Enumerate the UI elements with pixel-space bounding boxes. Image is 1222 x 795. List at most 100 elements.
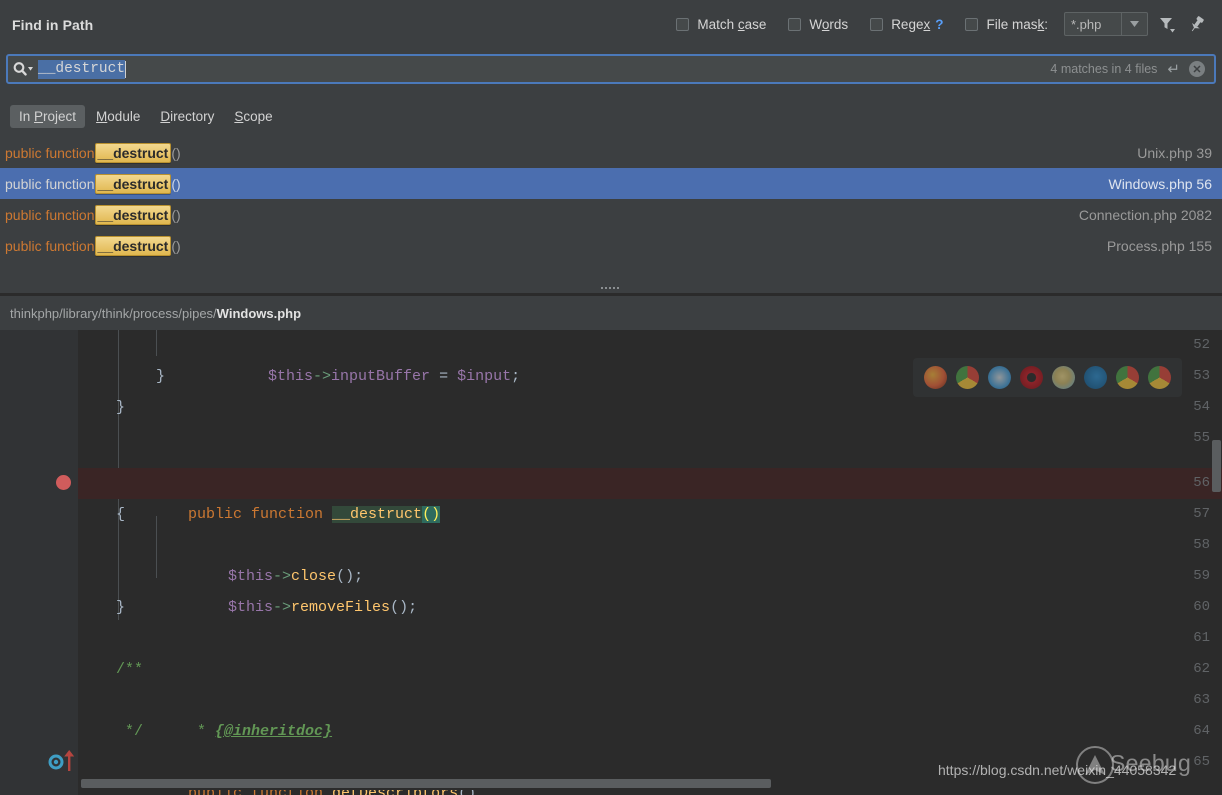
result-suffix: ()	[171, 237, 181, 254]
result-suffix: ()	[171, 144, 181, 161]
enter-key-icon: ↵	[1167, 61, 1180, 78]
search-options-bar: Match case Words Regex ? File mask: *.ph…	[676, 0, 1222, 48]
filter-funnel-icon[interactable]	[1154, 11, 1180, 37]
code-line-62: /**	[116, 661, 144, 678]
seebug-logo-icon	[1075, 745, 1115, 785]
search-status-group: 4 matches in 4 files ↵ ✕	[1050, 60, 1214, 78]
match-case-checkbox[interactable]	[676, 17, 690, 31]
search-query-text[interactable]: __destruct	[38, 56, 127, 82]
breadcrumb: thinkphp/library/think/process/pipes/Win…	[0, 306, 301, 321]
line-number: 54	[1193, 399, 1210, 415]
code-line-65: public function getDescriptors()	[188, 785, 477, 795]
table-row[interactable]: public function __destruct() Connection.…	[0, 199, 1222, 230]
words-label: Words	[809, 16, 849, 32]
result-prefix: public function	[5, 237, 95, 254]
code-line-57: {	[116, 506, 126, 523]
editor-code-area[interactable]: $this->inputBuffer = $input; } } public …	[78, 330, 1222, 795]
text-caret	[125, 60, 127, 78]
line-number: 60	[1193, 599, 1210, 615]
line-number: 64	[1193, 723, 1210, 739]
result-file: Connection.php 2082	[1078, 206, 1212, 223]
clear-search-icon[interactable]: ✕	[1189, 61, 1205, 77]
breakpoint-icon[interactable]	[56, 475, 71, 490]
bracket-match-highlight: ()	[422, 506, 441, 523]
file-mask-input[interactable]: *.php	[1064, 12, 1122, 36]
line-number: 52	[1193, 337, 1210, 353]
code-line-64: */	[125, 723, 144, 740]
tab-module[interactable]: Module	[87, 105, 149, 128]
opera-icon[interactable]	[1019, 366, 1043, 389]
edge-icon[interactable]	[1084, 366, 1108, 389]
result-prefix: public function	[5, 175, 95, 192]
horizontal-scrollbar-thumb[interactable]	[81, 779, 771, 788]
search-results-list[interactable]: public function __destruct() Unix.php 39…	[0, 137, 1222, 287]
browser-launch-popup[interactable]	[913, 358, 1182, 397]
search-input[interactable]: __destruct	[38, 59, 126, 79]
preview-file-path-bar: thinkphp/library/think/process/pipes/Win…	[0, 296, 1222, 330]
file-mask-option[interactable]: File mask:	[965, 17, 1048, 32]
result-file: Unix.php 39	[1137, 144, 1212, 161]
editor-gutter[interactable]	[0, 330, 79, 795]
code-line-52: $this->inputBuffer = $input;	[268, 368, 521, 385]
result-match: __destruct	[94, 204, 172, 225]
table-row[interactable]: public function __destruct() Process.php…	[0, 230, 1222, 261]
result-snippet: public function __destruct()	[5, 142, 181, 163]
pushpin-icon[interactable]	[1184, 11, 1210, 37]
code-line-54: }	[116, 399, 126, 416]
chevron-down-icon[interactable]	[1122, 12, 1148, 36]
grip-dot	[601, 286, 603, 289]
watermark-brand: Seebug	[1110, 750, 1192, 776]
line-number: 56	[1193, 475, 1210, 491]
line-number: 63	[1193, 692, 1210, 708]
search-input-row[interactable]: __destruct 4 matches in 4 files ↵ ✕	[6, 54, 1216, 84]
words-checkbox[interactable]	[788, 17, 802, 31]
file-mask-checkbox[interactable]	[965, 17, 979, 31]
search-magnifier-icon[interactable]	[8, 56, 38, 82]
tab-in-project[interactable]: In Project	[10, 105, 86, 128]
grip-dot	[609, 286, 611, 289]
arrow-up-icon[interactable]	[63, 750, 75, 772]
grip-dot	[613, 286, 615, 289]
table-row[interactable]: public function __destruct() Windows.php…	[0, 168, 1222, 199]
result-snippet: public function __destruct()	[5, 235, 181, 256]
breadcrumb-file: Windows.php	[216, 305, 302, 321]
table-row[interactable]: public function __destruct() Unix.php 39	[0, 137, 1222, 168]
override-method-icon[interactable]	[48, 754, 64, 770]
code-line-60: }	[116, 599, 126, 616]
result-prefix: public function	[5, 206, 95, 223]
result-suffix: ()	[171, 206, 181, 223]
code-preview-editor[interactable]: $this->inputBuffer = $input; } } public …	[0, 330, 1222, 795]
words-option[interactable]: Words	[788, 17, 848, 32]
regex-option[interactable]: Regex ?	[870, 17, 943, 32]
find-in-path-dialog: Find in Path Match case Words Regex ? Fi…	[0, 0, 1222, 795]
tab-scope[interactable]: Scope	[225, 105, 281, 128]
ie-icon[interactable]	[1052, 366, 1076, 389]
file-mask-combobox[interactable]: *.php	[1064, 12, 1148, 36]
line-number: 58	[1193, 537, 1210, 553]
code-line-56: public function __destruct()	[188, 506, 441, 523]
line-number: 61	[1193, 630, 1210, 646]
inheritdoc-tag: {@inheritdoc}	[215, 723, 333, 740]
result-suffix: ()	[171, 175, 181, 192]
breadcrumb-dir: thinkphp/library/think/process/pipes/	[10, 305, 217, 321]
line-number: 55	[1193, 430, 1210, 446]
file-mask-label: File mask:	[986, 16, 1048, 32]
result-snippet: public function __destruct()	[5, 173, 181, 194]
chrome-icon[interactable]	[955, 366, 979, 389]
chrome-icon-2[interactable]	[1116, 366, 1140, 389]
match-case-option[interactable]: Match case	[676, 17, 766, 32]
result-file: Process.php 155	[1106, 237, 1212, 254]
result-match: __destruct	[94, 173, 172, 194]
safari-icon[interactable]	[987, 366, 1011, 389]
match-count-label: 4 matches in 4 files	[1050, 62, 1158, 76]
line-number: 59	[1193, 568, 1210, 584]
regex-help-link[interactable]: ?	[935, 17, 943, 32]
grip-dot	[617, 286, 619, 289]
tab-directory[interactable]: Directory	[151, 105, 223, 128]
match-case-label: Match case	[697, 16, 767, 32]
code-line-53: }	[156, 368, 166, 385]
firefox-icon[interactable]	[923, 366, 947, 389]
line-number: 57	[1193, 506, 1210, 522]
regex-checkbox[interactable]	[870, 17, 884, 31]
splitter-grip-handle[interactable]	[601, 285, 623, 290]
